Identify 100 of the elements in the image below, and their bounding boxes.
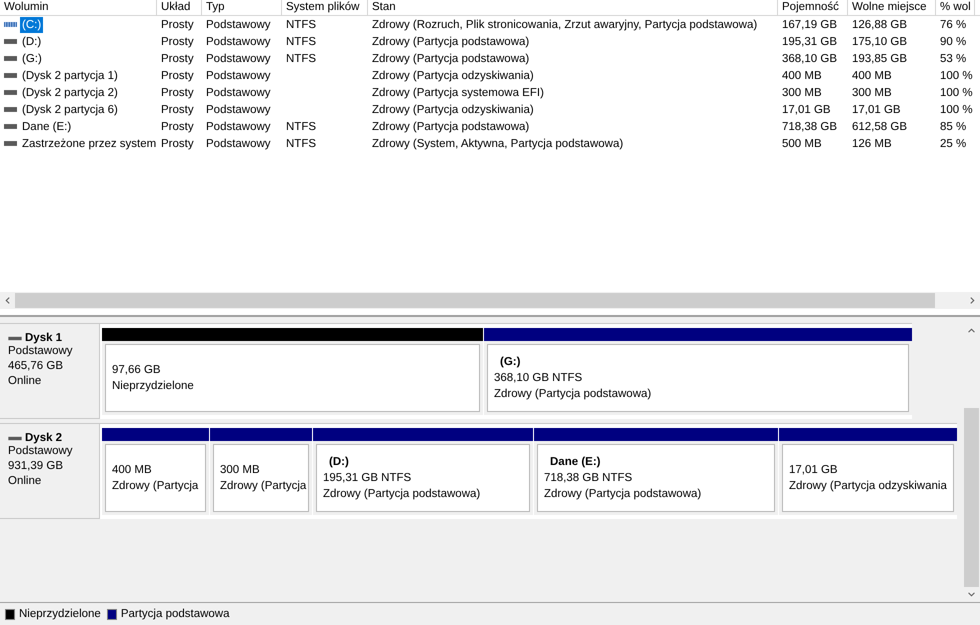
table-cell: 368,10 GB [782, 52, 837, 64]
table-cell: Podstawowy [206, 52, 271, 64]
table-cell: Prosty [161, 86, 194, 98]
horizontal-scrollbar[interactable] [0, 292, 980, 309]
drive-icon [8, 336, 22, 340]
disk-size: 465,76 GB [8, 359, 64, 374]
volume-name[interactable]: (G:) [20, 50, 44, 66]
drive-icon [4, 72, 17, 79]
partition-box[interactable]: 300 MB Zdrowy (Partycja [213, 444, 309, 512]
partition-status: Zdrowy (Partycja odzyskiwania [789, 479, 948, 494]
table-cell: Zdrowy (Rozruch, Plik stronicowania, Zrzut awaryjny, Partycja podstawowa) [372, 18, 758, 30]
scroll-right-icon[interactable] [970, 297, 975, 304]
volume-name[interactable]: (Dysk 2 partycja 6) [20, 102, 120, 118]
table-cell: 100 % [940, 86, 973, 98]
disk-type: Podstawowy [8, 344, 74, 359]
table-cell: Zdrowy (Partycja odzyskiwania) [372, 104, 534, 116]
table-cell: 126 MB [852, 138, 892, 150]
table-cell: Zdrowy (Partycja podstawowa) [372, 120, 530, 132]
striped-drive-icon [4, 21, 17, 28]
column-header[interactable]: Układ [157, 0, 202, 15]
scroll-left-icon[interactable] [5, 297, 10, 304]
partition-box[interactable]: 17,01 GB Zdrowy (Partycja odzyskiwania [782, 444, 954, 512]
table-cell: Zdrowy (System, Aktywna, Partycja podstawowa) [372, 138, 624, 150]
partition-size: 17,01 GB [789, 463, 839, 478]
legend-label: Partycja podstawowa [120, 608, 230, 620]
table-cell: 718,38 GB [782, 120, 837, 132]
column-header[interactable]: Typ [202, 0, 282, 15]
drive-icon [4, 89, 17, 96]
drive-icon [4, 38, 17, 45]
table-cell: Podstawowy [206, 86, 271, 98]
table-cell: 76 % [940, 18, 966, 30]
partition-status: Zdrowy (Partycja [220, 479, 308, 494]
partition-size: 195,31 GB NTFS [323, 470, 412, 486]
table-cell: Prosty [161, 104, 194, 116]
table-cell: 53 % [940, 52, 966, 64]
table-cell: 100 % [940, 70, 973, 82]
table-cell: Podstawowy [206, 70, 271, 82]
partition-box[interactable]: 400 MB Zdrowy (Partycja [105, 444, 206, 512]
table-cell: Podstawowy [206, 138, 271, 150]
volume-name[interactable]: Zastrzeżone przez system [20, 136, 157, 152]
disk-size: 931,39 GB [8, 459, 64, 474]
table-cell: 17,01 GB [852, 104, 901, 116]
table-cell: 300 MB [852, 86, 892, 98]
disk-name: Dysk 2 [25, 432, 62, 444]
partition-box[interactable]: (D:) 195,31 GB NTFS Zdrowy (Partycja podstawowa) [316, 444, 530, 512]
drive-icon [4, 140, 17, 147]
table-cell: NTFS [286, 18, 316, 30]
partition-size: 400 MB [112, 463, 153, 478]
disk-label-panel[interactable]: Dysk 2 Podstawowy 931,39 GB Online [0, 423, 100, 519]
table-cell: 400 MB [852, 70, 892, 82]
partition-box[interactable]: 97,66 GB Nieprzydzielone [105, 344, 480, 412]
table-cell: Podstawowy [206, 104, 271, 116]
partition-name: (D:) [328, 454, 350, 470]
scroll-up-icon[interactable] [968, 328, 975, 333]
partition-size: 368,10 GB NTFS [494, 370, 584, 386]
table-cell: NTFS [286, 138, 316, 150]
volume-name[interactable]: Dane (E:) [20, 118, 74, 134]
volume-name[interactable]: (C:) [20, 16, 44, 32]
partition-status: Zdrowy (Partycja podstawowa) [323, 486, 482, 502]
partition-box[interactable]: Dane (E:) 718,38 GB NTFS Zdrowy (Partycja podstawowa) [537, 444, 775, 512]
drive-icon [4, 106, 17, 113]
table-cell: 17,01 GB [782, 104, 831, 116]
column-header[interactable]: % wol [936, 0, 975, 15]
table-cell: Zdrowy (Partycja podstawowa) [372, 36, 530, 48]
table-cell: 25 % [940, 138, 966, 150]
volume-name[interactable]: (Dysk 2 partycja 1) [20, 68, 120, 84]
drive-icon [4, 55, 17, 62]
scroll-down-icon[interactable] [968, 592, 975, 597]
column-header[interactable]: Wolne miejsce [848, 0, 936, 15]
drive-icon [8, 436, 22, 440]
table-cell: 500 MB [782, 138, 822, 150]
legend-label: Nieprzydzielone [19, 608, 101, 620]
partition-name: (G:) [499, 354, 522, 370]
partition-size: 718,38 GB NTFS [544, 470, 634, 486]
table-cell: 90 % [940, 36, 966, 48]
volume-name[interactable]: (D:) [20, 34, 44, 50]
table-cell: Prosty [161, 18, 194, 30]
partition-status: Nieprzydzielone [112, 379, 195, 394]
column-header[interactable]: Wolumin [0, 0, 157, 15]
partition-status: Zdrowy (Partycja [112, 479, 200, 494]
disk-state: Online [8, 474, 42, 489]
column-header[interactable]: Stan [368, 0, 778, 15]
table-cell: 100 % [940, 104, 973, 116]
table-cell: Podstawowy [206, 36, 271, 48]
table-cell: 300 MB [782, 86, 822, 98]
table-cell: NTFS [286, 36, 316, 48]
volume-name[interactable]: (Dysk 2 partycja 2) [20, 84, 120, 100]
table-cell: 612,58 GB [852, 120, 907, 132]
table-cell: 195,31 GB [782, 36, 837, 48]
table-cell: Prosty [161, 36, 194, 48]
column-header[interactable]: Pojemność [778, 0, 848, 15]
table-cell: 126,88 GB [852, 18, 907, 30]
column-header[interactable]: System plików [282, 0, 368, 15]
disk-state: Online [8, 374, 42, 389]
table-cell: Prosty [161, 52, 194, 64]
partition-box[interactable]: (G:) 368,10 GB NTFS Zdrowy (Partycja podstawowa) [487, 344, 909, 412]
table-cell: Prosty [161, 138, 194, 150]
disk-label-panel[interactable]: Dysk 1 Podstawowy 465,76 GB Online [0, 323, 100, 419]
partition-name: Dane (E:) [549, 454, 602, 470]
table-cell: Podstawowy [206, 18, 271, 30]
